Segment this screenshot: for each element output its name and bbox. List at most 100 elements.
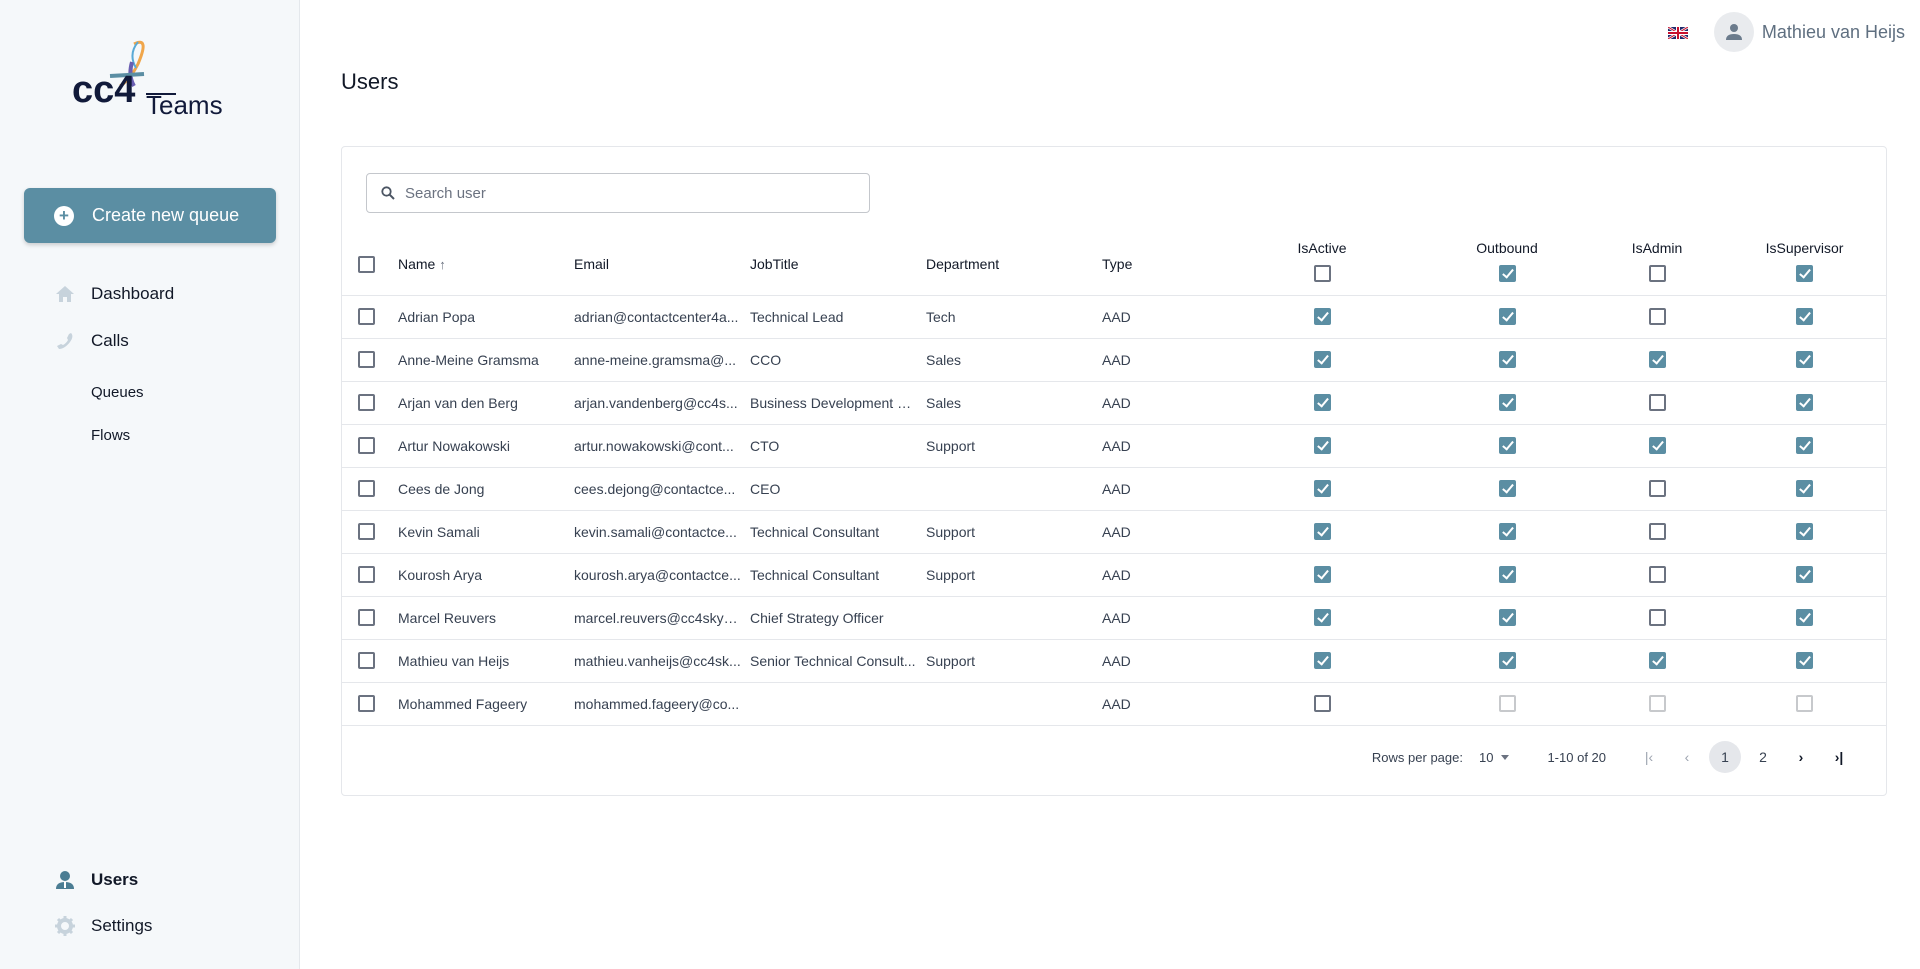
isactive-checkbox[interactable] (1313, 480, 1331, 498)
issupervisor-checkbox[interactable] (1796, 652, 1813, 670)
outbound-checkbox[interactable] (1498, 652, 1516, 670)
isadmin-checkbox[interactable] (1648, 695, 1666, 713)
email-cell: artur.nowakowski@cont... (574, 438, 734, 455)
table-row[interactable]: Marcel Reuvers marcel.reuvers@cc4skyp... C… (342, 596, 1887, 640)
sidebar-item-queues[interactable]: Queues (91, 384, 144, 401)
isactive-checkbox[interactable] (1313, 308, 1331, 326)
last-page-button[interactable]: ›| (1823, 741, 1855, 773)
table-row[interactable]: Anne-Meine Gramsma anne-meine.gramsma@...… (342, 338, 1887, 382)
page-button-2[interactable]: 2 (1747, 741, 1779, 773)
table-row[interactable]: Mohammed Fageery mohammed.fageery@co... AA… (342, 682, 1887, 726)
row-select-checkbox[interactable] (358, 480, 375, 498)
uk-flag-icon[interactable] (1667, 25, 1689, 41)
outbound-checkbox[interactable] (1498, 480, 1516, 498)
issupervisor-checkbox[interactable] (1796, 351, 1813, 369)
isadmin-header-checkbox[interactable] (1648, 264, 1666, 282)
isadmin-checkbox[interactable] (1648, 351, 1666, 369)
topbar: Mathieu van Heijs (1667, 12, 1905, 52)
sidebar-item-settings[interactable]: Settings (55, 916, 152, 936)
outbound-checkbox[interactable] (1498, 523, 1516, 541)
sidebar-item-dashboard[interactable]: Dashboard (55, 284, 174, 304)
sort-ascending-icon: ↑ (439, 256, 446, 272)
isactive-checkbox[interactable] (1313, 523, 1331, 541)
outbound-checkbox[interactable] (1498, 437, 1516, 455)
row-select-checkbox[interactable] (358, 437, 375, 455)
column-header-type[interactable]: Type (1102, 233, 1222, 296)
issupervisor-checkbox[interactable] (1796, 480, 1813, 498)
isadmin-checkbox[interactable] (1648, 652, 1666, 670)
row-select-checkbox[interactable] (358, 394, 375, 412)
row-select-checkbox[interactable] (358, 609, 375, 627)
issupervisor-checkbox[interactable] (1796, 523, 1813, 541)
table-row[interactable]: Arjan van den Berg arjan.vandenberg@cc4s.… (342, 381, 1887, 425)
column-header-email[interactable]: Email (574, 233, 750, 296)
table-row[interactable]: Artur Nowakowski artur.nowakowski@cont...… (342, 424, 1887, 468)
isactive-checkbox[interactable] (1313, 437, 1331, 455)
create-new-queue-button[interactable]: + Create new queue (24, 188, 276, 243)
column-header-department[interactable]: Department (926, 233, 1102, 296)
outbound-checkbox[interactable] (1498, 695, 1516, 713)
outbound-checkbox[interactable] (1498, 394, 1516, 412)
rows-per-page-select[interactable]: 10 (1479, 750, 1510, 765)
issupervisor-checkbox[interactable] (1796, 437, 1813, 455)
outbound-header-checkbox[interactable] (1498, 264, 1516, 282)
outbound-checkbox[interactable] (1498, 609, 1516, 627)
isactive-header-checkbox[interactable] (1313, 264, 1331, 282)
outbound-checkbox[interactable] (1498, 351, 1516, 369)
search-input[interactable] (405, 184, 825, 202)
sidebar-item-users[interactable]: Users (55, 870, 138, 890)
type-cell: AAD (1102, 480, 1131, 497)
isactive-checkbox[interactable] (1313, 566, 1331, 584)
issupervisor-checkbox[interactable] (1796, 394, 1813, 412)
issupervisor-header-checkbox[interactable] (1796, 264, 1813, 282)
row-select-checkbox[interactable] (358, 523, 375, 541)
isadmin-checkbox[interactable] (1648, 308, 1666, 326)
isadmin-checkbox[interactable] (1648, 480, 1666, 498)
issupervisor-checkbox[interactable] (1796, 566, 1813, 584)
select-all-checkbox[interactable] (358, 255, 375, 273)
page-button-1[interactable]: 1 (1709, 741, 1741, 773)
user-name-cell: Arjan van den Berg (398, 395, 518, 412)
create-new-queue-label: Create new queue (92, 205, 240, 225)
column-header-name[interactable]: Name ↑ (398, 233, 574, 296)
issupervisor-checkbox[interactable] (1796, 308, 1813, 326)
table-row[interactable]: Kourosh Arya kourosh.arya@contactce... Tec… (342, 553, 1887, 597)
user-name-cell: Mohammed Fageery (398, 696, 528, 713)
issupervisor-checkbox[interactable] (1796, 695, 1813, 713)
type-cell: AAD (1102, 566, 1131, 583)
phone-icon (55, 331, 75, 351)
isadmin-checkbox[interactable] (1648, 437, 1666, 455)
row-select-checkbox[interactable] (358, 351, 375, 369)
user-name[interactable]: Mathieu van Heijs (1762, 22, 1905, 43)
isadmin-checkbox[interactable] (1648, 394, 1666, 412)
sidebar-item-calls[interactable]: Calls (55, 331, 129, 351)
issupervisor-checkbox[interactable] (1796, 609, 1813, 627)
first-page-button[interactable]: |‹ (1633, 741, 1665, 773)
isactive-checkbox[interactable] (1313, 394, 1331, 412)
jobtitle-cell: Technical Lead (750, 309, 844, 326)
outbound-checkbox[interactable] (1498, 308, 1516, 326)
user-name-cell: Artur Nowakowski (398, 438, 511, 455)
table-row[interactable]: Mathieu van Heijs mathieu.vanheijs@cc4sk.… (342, 639, 1887, 683)
isactive-checkbox[interactable] (1313, 695, 1331, 713)
sidebar-item-flows[interactable]: Flows (91, 427, 130, 444)
column-header-jobtitle[interactable]: JobTitle (750, 233, 926, 296)
isactive-checkbox[interactable] (1313, 609, 1331, 627)
table-row[interactable]: Kevin Samali kevin.samali@contactce... Tec… (342, 510, 1887, 554)
previous-page-button[interactable]: ‹ (1671, 741, 1703, 773)
outbound-checkbox[interactable] (1498, 566, 1516, 584)
isadmin-checkbox[interactable] (1648, 523, 1666, 541)
table-row[interactable]: Cees de Jong cees.dejong@contactce... CEO A… (342, 467, 1887, 511)
row-select-checkbox[interactable] (358, 566, 375, 584)
isadmin-checkbox[interactable] (1648, 566, 1666, 584)
row-select-checkbox[interactable] (358, 308, 375, 326)
row-select-checkbox[interactable] (358, 695, 375, 713)
isactive-checkbox[interactable] (1313, 351, 1331, 369)
avatar[interactable] (1713, 12, 1754, 52)
row-select-checkbox[interactable] (358, 652, 375, 670)
next-page-button[interactable]: › (1785, 741, 1817, 773)
isadmin-checkbox[interactable] (1648, 609, 1666, 627)
person-icon (1725, 24, 1742, 40)
isactive-checkbox[interactable] (1313, 652, 1331, 670)
table-row[interactable]: Adrian Popa adrian@contactcenter4a... Tech… (342, 295, 1887, 339)
